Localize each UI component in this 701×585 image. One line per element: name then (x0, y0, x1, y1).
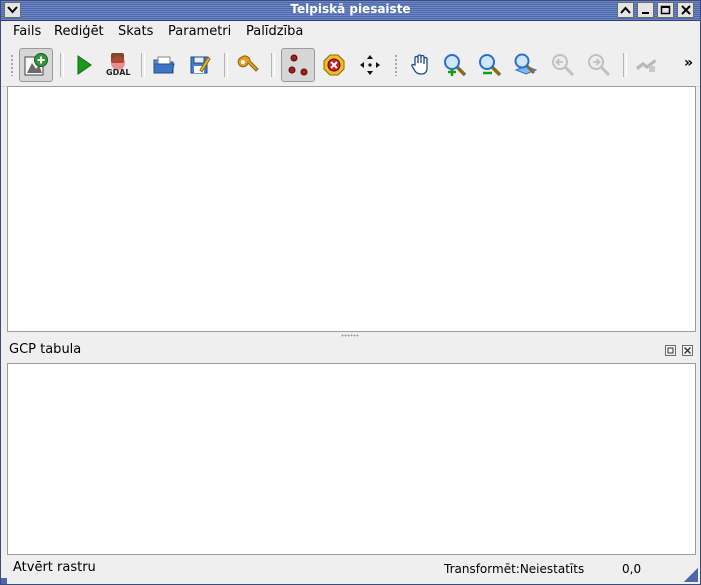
transform-status: Transformēt:Neiestatīts (444, 562, 585, 576)
add-points-icon (288, 54, 308, 76)
wrench-icon (237, 55, 259, 72)
add-point-button[interactable] (281, 48, 315, 82)
minimize-button[interactable] (637, 2, 654, 18)
delete-point-icon (323, 54, 345, 76)
zoom-next-button (582, 48, 616, 82)
status-bar: Atvērt rastru Transformēt:Neiestatīts 0,… (1, 555, 700, 585)
folder-open-icon (153, 56, 175, 74)
generate-gdal-script-button[interactable]: GDAL (101, 48, 135, 82)
splitter-grip (341, 334, 359, 337)
gcp-panel-header: GCP tabula (1, 339, 700, 363)
hand-pan-icon (411, 54, 428, 75)
status-message: Atvērt rastru (13, 560, 96, 575)
load-gcp-points-button[interactable] (147, 48, 181, 82)
close-icon (684, 347, 691, 354)
window-corner (1, 578, 7, 584)
minimize-icon (642, 12, 649, 14)
delete-point-button[interactable] (317, 48, 351, 82)
close-panel-button[interactable] (682, 345, 693, 356)
transformation-settings-button[interactable] (231, 48, 265, 82)
save-gcp-points-button[interactable] (183, 48, 217, 82)
menu-help[interactable]: Palīdzība (246, 24, 303, 39)
move-gcp-point-button[interactable] (353, 48, 387, 82)
resize-grip[interactable] (684, 568, 698, 582)
toolbar-separator (623, 53, 627, 77)
menu-settings[interactable]: Parametri (168, 24, 231, 39)
link-qgis-icon (636, 59, 656, 72)
georeferencer-window: Telpiskā piesaiste Fails Rediģēt Skats P… (0, 0, 701, 585)
save-edit-icon (190, 56, 211, 74)
toolbar-grip[interactable] (394, 54, 398, 76)
toolbar-overflow-button[interactable]: » (684, 55, 693, 71)
maximize-button[interactable] (657, 2, 674, 18)
open-raster-icon (24, 53, 48, 76)
menu-file[interactable]: Fails (13, 24, 41, 39)
menu-edit[interactable]: Rediģēt (54, 24, 104, 39)
toolbar-separator (60, 53, 64, 77)
zoom-out-icon (479, 54, 502, 77)
gcp-table[interactable] (7, 363, 696, 555)
toolbar-separator (271, 53, 275, 77)
gcp-panel-title: GCP tabula (9, 342, 82, 357)
zoom-to-layer-button[interactable] (509, 48, 543, 82)
shade-button[interactable] (617, 2, 634, 18)
window-title: Telpiskā piesaiste (290, 2, 411, 16)
toolbar-grip[interactable] (10, 54, 14, 76)
zoom-out-button[interactable] (473, 48, 507, 82)
menu-bar: Fails Rediģēt Skats Parametri Palīdzība (1, 21, 700, 43)
gdal-script-icon: GDAL (106, 53, 131, 77)
menu-view[interactable]: Skats (118, 24, 153, 39)
float-panel-button[interactable] (665, 345, 676, 356)
link-to-qgis-button (629, 48, 663, 82)
toolbar-separator (224, 53, 228, 77)
open-raster-button[interactable] (19, 48, 53, 82)
float-icon (667, 347, 674, 354)
zoom-to-layer-icon (514, 53, 538, 75)
zoom-in-icon (444, 54, 467, 77)
maximize-icon (660, 5, 671, 15)
map-canvas[interactable] (7, 86, 696, 332)
toolbar: GDAL » (1, 44, 700, 87)
play-icon (77, 55, 92, 75)
gdal-label: GDAL (106, 68, 131, 77)
move-arrows-icon (360, 55, 380, 75)
pan-button[interactable] (403, 48, 437, 82)
title-bar[interactable]: Telpiskā piesaiste (1, 1, 700, 21)
close-icon (680, 5, 691, 15)
panel-splitter[interactable] (1, 332, 700, 339)
coordinates-readout: 0,0 (622, 562, 642, 576)
zoom-last-icon (552, 54, 575, 77)
zoom-last-button (546, 48, 580, 82)
start-georeferencing-button[interactable] (67, 48, 101, 82)
zoom-next-icon (588, 54, 611, 77)
toolbar-separator (141, 53, 145, 77)
close-button[interactable] (677, 2, 694, 18)
chevron-up-icon (620, 6, 631, 14)
zoom-in-button[interactable] (438, 48, 472, 82)
